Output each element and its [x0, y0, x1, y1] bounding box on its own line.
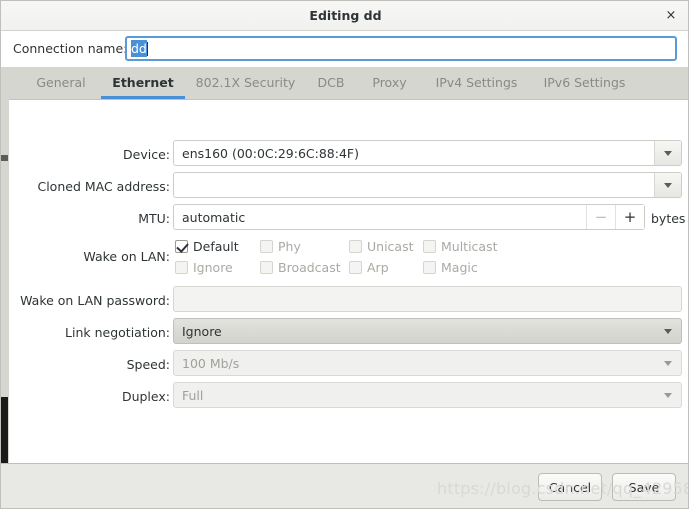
checkbox-icon — [260, 261, 273, 274]
checkbox-icon — [423, 240, 436, 253]
text-caret — [146, 41, 148, 56]
duplex-label: Duplex: — [121, 389, 170, 404]
speed-label: Speed: — [126, 357, 170, 372]
link-negotiation-value: Ignore — [182, 323, 222, 339]
wol-checkbox-unicast[interactable]: Unicast — [349, 239, 414, 254]
tab-general[interactable]: General — [23, 67, 99, 99]
checkbox-icon — [349, 240, 362, 253]
tab-dcb[interactable]: DCB — [306, 67, 356, 99]
device-value: ens160 (00:0C:29:6C:88:4F) — [182, 145, 359, 161]
wol-checkbox-default[interactable]: Default — [175, 239, 239, 254]
wol-label-magic: Magic — [441, 260, 478, 275]
tab-ipv4-settings[interactable]: IPv4 Settings — [423, 67, 530, 99]
cloned-mac-dropdown[interactable] — [173, 172, 682, 198]
tab-proxy[interactable]: Proxy — [357, 67, 422, 99]
mtu-decrement-button[interactable]: − — [586, 205, 615, 229]
close-icon[interactable]: × — [660, 1, 682, 30]
dialog-footer: Cancel Save — [1, 463, 688, 508]
link-negotiation-label: Link negotiation: — [65, 325, 170, 340]
settings-notebook: General Ethernet 802.1X Security DCB Pro… — [9, 67, 688, 463]
wol-checkbox-multicast[interactable]: Multicast — [423, 239, 498, 254]
editing-connection-dialog: Editing dd × Connection name: dd General… — [0, 0, 689, 509]
save-button[interactable]: Save — [612, 473, 676, 501]
window-title: Editing dd — [309, 8, 382, 23]
checkbox-icon — [349, 261, 362, 274]
chevron-down-icon — [655, 319, 681, 343]
mtu-label: MTU: — [138, 211, 170, 226]
wol-label-arp: Arp — [367, 260, 389, 275]
wol-checkbox-ignore[interactable]: Ignore — [175, 260, 233, 275]
link-negotiation-dropdown[interactable]: Ignore — [173, 318, 682, 344]
duplex-dropdown[interactable]: Full — [173, 382, 682, 408]
wol-label-unicast: Unicast — [367, 239, 414, 254]
wol-label-default: Default — [193, 239, 239, 254]
checkbox-icon — [175, 240, 188, 253]
duplex-value: Full — [182, 387, 204, 403]
title-bar: Editing dd × — [1, 1, 688, 31]
speed-dropdown[interactable]: 100 Mb/s — [173, 350, 682, 376]
mtu-unit-label: bytes — [651, 211, 686, 226]
connection-name-label: Connection name: — [13, 41, 128, 56]
wol-label-broadcast: Broadcast — [278, 260, 341, 275]
wol-label-phy: Phy — [278, 239, 301, 254]
chevron-down-icon — [655, 351, 681, 375]
wol-label-ignore: Ignore — [193, 260, 233, 275]
wake-on-lan-label: Wake on LAN: — [83, 249, 170, 264]
device-label: Device: — [123, 147, 170, 162]
tab-ethernet[interactable]: Ethernet — [101, 67, 185, 99]
wol-label-multicast: Multicast — [441, 239, 498, 254]
checkbox-icon — [175, 261, 188, 274]
tab-bar: General Ethernet 802.1X Security DCB Pro… — [9, 67, 688, 100]
tab-ipv6-settings[interactable]: IPv6 Settings — [531, 67, 638, 99]
mtu-stepper[interactable]: automatic − + — [173, 204, 645, 230]
checkbox-icon — [423, 261, 436, 274]
chevron-down-icon — [654, 173, 681, 197]
tab-8021x-security[interactable]: 802.1X Security — [186, 67, 305, 99]
wol-checkbox-arp[interactable]: Arp — [349, 260, 389, 275]
wol-checkbox-broadcast[interactable]: Broadcast — [260, 260, 341, 275]
cancel-button[interactable]: Cancel — [538, 473, 602, 501]
speed-value: 100 Mb/s — [182, 355, 240, 371]
wol-password-input[interactable] — [173, 286, 682, 312]
cloned-mac-label: Cloned MAC address: — [37, 179, 170, 194]
chevron-down-icon — [655, 383, 681, 407]
left-edge-strip — [1, 67, 9, 508]
wol-checkbox-phy[interactable]: Phy — [260, 239, 301, 254]
wol-checkbox-magic[interactable]: Magic — [423, 260, 478, 275]
checkbox-icon — [260, 240, 273, 253]
chevron-down-icon — [654, 141, 681, 165]
mtu-increment-button[interactable]: + — [615, 205, 644, 229]
connection-name-value: dd — [131, 40, 147, 57]
ethernet-settings-form: Device: ens160 (00:0C:29:6C:88:4F) Clone… — [9, 100, 688, 462]
connection-name-input[interactable]: dd — [125, 36, 677, 61]
device-dropdown[interactable]: ens160 (00:0C:29:6C:88:4F) — [173, 140, 682, 166]
wol-password-label: Wake on LAN password: — [20, 293, 170, 308]
left-strip-handle — [1, 155, 8, 161]
connection-name-row: Connection name: dd — [1, 31, 688, 67]
mtu-value: automatic — [182, 209, 246, 225]
